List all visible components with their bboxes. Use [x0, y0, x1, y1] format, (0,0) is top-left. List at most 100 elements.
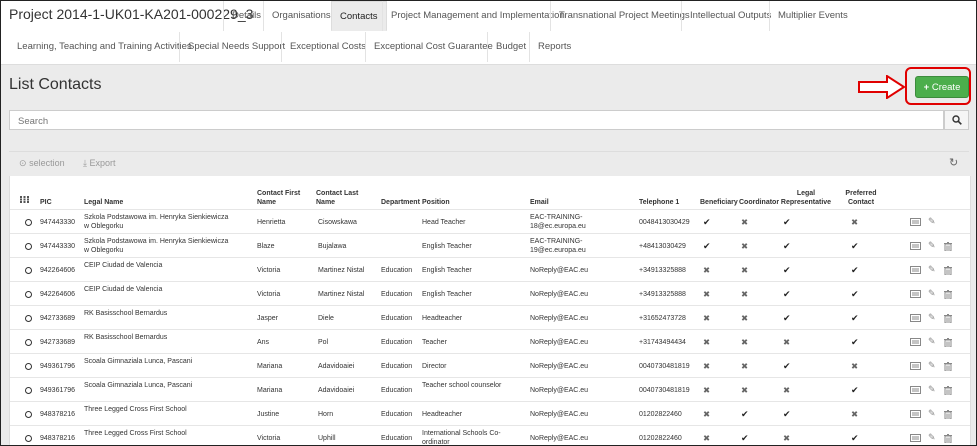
table-row[interactable]: 949361796 Scoala Gimnaziala Lunca, Pascan… — [10, 377, 970, 402]
create-button[interactable]: + Create — [915, 76, 969, 98]
cell-legal-name: RK Basisschool Bernardus — [84, 334, 168, 341]
table-row[interactable]: 942264606 CEIP Ciudad de Valencia Victoria… — [10, 257, 970, 282]
keyboard-icon[interactable] — [910, 434, 921, 444]
keyboard-icon[interactable] — [910, 266, 921, 276]
trash-icon[interactable] — [944, 242, 952, 253]
table-row[interactable]: 942264606 CEIP Ciudad de Valencia Victoria… — [10, 281, 970, 306]
cell-email: NoReply@EAC.eu — [530, 363, 589, 370]
cell-first-name: Blaze — [257, 243, 275, 250]
header-last-name[interactable]: Contact Last Name — [316, 189, 366, 207]
keyboard-icon[interactable] — [910, 242, 921, 252]
tab-exceptional-costs[interactable]: Exceptional Costs — [281, 32, 374, 62]
row-select-radio[interactable] — [25, 411, 32, 418]
tab-exceptional-cost-guarantee[interactable]: Exceptional Cost Guarantee — [365, 32, 501, 62]
tab-contacts[interactable]: Contacts — [331, 1, 387, 31]
cell-first-name: Ans — [257, 339, 270, 346]
tab-project-management[interactable]: Project Management and Implementation — [382, 1, 573, 31]
app-window: Project 2014-1-UK01-KA201-000229_3 Detai… — [0, 0, 977, 446]
header-email[interactable]: Email — [530, 198, 549, 207]
table-row[interactable]: 947443330 Szkola Podstawowa im. Henryka S… — [10, 209, 970, 234]
tab-transnational-meetings[interactable]: Transnational Project Meetings — [550, 1, 698, 31]
selection-button[interactable]: ⊙ selection — [19, 158, 65, 169]
keyboard-icon[interactable] — [910, 218, 921, 228]
header-legal-name[interactable]: Legal Name — [84, 198, 123, 207]
search-field[interactable] — [9, 110, 944, 131]
trash-icon[interactable] — [944, 314, 952, 325]
table-row[interactable]: 942733689 RK Basisschool Bernardus Jasper D… — [10, 305, 970, 330]
pencil-icon[interactable]: ✎ — [928, 241, 936, 250]
row-select-radio[interactable] — [25, 315, 32, 322]
cell-first-name: Victoria — [257, 267, 281, 274]
tab-budget[interactable]: Budget — [487, 32, 534, 62]
pencil-icon[interactable]: ✎ — [928, 313, 936, 322]
cell-pic: 942733689 — [40, 339, 76, 346]
check-icon: ✔ — [783, 361, 791, 371]
row-select-radio[interactable] — [25, 291, 32, 298]
keyboard-icon[interactable] — [910, 314, 921, 324]
table-row[interactable]: 948378216 Three Legged Cross First School… — [10, 401, 970, 426]
keyboard-icon[interactable] — [910, 386, 921, 396]
cell-legal-name: RK Basisschool Bernardus — [84, 310, 168, 317]
table-row[interactable]: 948378216 Three Legged Cross First School… — [10, 425, 970, 445]
pencil-icon[interactable]: ✎ — [928, 409, 936, 418]
pencil-icon[interactable]: ✎ — [928, 361, 936, 370]
keyboard-icon[interactable] — [910, 290, 921, 300]
trash-icon[interactable] — [944, 290, 952, 301]
tab-organisations[interactable]: Organisations — [263, 1, 339, 31]
table-row[interactable]: 942733689 RK Basisschool Bernardus Ans Pol E… — [10, 329, 970, 354]
search-icon — [951, 115, 962, 125]
keyboard-icon[interactable] — [910, 362, 921, 372]
header-legal-representative[interactable]: Legal Representative — [776, 189, 836, 207]
header-beneficiary[interactable]: Beneficiary — [700, 198, 738, 207]
cell-first-name: Mariana — [257, 387, 283, 394]
tab-multiplier-events[interactable]: Multiplier Events — [769, 1, 856, 31]
export-button[interactable]: ⤓ Export — [83, 158, 116, 169]
search-button[interactable] — [944, 110, 969, 130]
trash-icon[interactable] — [944, 266, 952, 277]
refresh-icon[interactable]: ↻ — [949, 156, 958, 169]
tab-learning-teaching[interactable]: Learning, Teaching and Training Activiti… — [9, 32, 200, 62]
keyboard-icon[interactable] — [910, 338, 921, 348]
cell-telephone: +34913325888 — [639, 291, 686, 298]
pencil-icon[interactable]: ✎ — [928, 217, 936, 226]
trash-icon[interactable] — [944, 362, 952, 373]
tab-reports[interactable]: Reports — [529, 32, 579, 62]
row-select-radio[interactable] — [25, 435, 32, 442]
grid-icon[interactable] — [20, 196, 29, 203]
cell-department: Education — [381, 267, 413, 274]
keyboard-icon[interactable] — [910, 410, 921, 420]
pencil-icon[interactable]: ✎ — [928, 337, 936, 346]
cell-legal-name: Three Legged Cross First School — [84, 430, 187, 437]
search-input[interactable] — [10, 112, 943, 131]
cell-department: Education — [381, 387, 413, 394]
table-row[interactable]: 949361796 Scoala Gimnaziala Lunca, Pascan… — [10, 353, 970, 378]
row-select-radio[interactable] — [25, 267, 32, 274]
header-telephone[interactable]: Telephone 1 — [639, 198, 679, 207]
table-row[interactable]: 947443330 Szkola Podstawowa im. Henryka S… — [10, 233, 970, 258]
pencil-icon[interactable]: ✎ — [928, 385, 936, 394]
pencil-icon[interactable]: ✎ — [928, 289, 936, 298]
header-pic[interactable]: PIC — [40, 198, 52, 207]
row-select-radio[interactable] — [25, 363, 32, 370]
check-icon: ✔ — [783, 241, 791, 251]
tab-intellectual-outputs[interactable]: Intellectual Outputs — [681, 1, 779, 31]
row-select-radio[interactable] — [25, 219, 32, 226]
cell-position: Director — [422, 363, 447, 370]
row-select-radio[interactable] — [25, 339, 32, 346]
cell-legal-name: Szkola Podstawowa im. Henryka Sienkiewic… — [84, 214, 229, 230]
row-select-radio[interactable] — [25, 387, 32, 394]
trash-icon[interactable] — [944, 386, 952, 397]
header-department[interactable]: Department — [381, 198, 420, 207]
header-first-name[interactable]: Contact First Name — [257, 189, 307, 207]
row-select-radio[interactable] — [25, 243, 32, 250]
pencil-icon[interactable]: ✎ — [928, 265, 936, 274]
header-position[interactable]: Position — [422, 198, 450, 207]
header-coordinator[interactable]: Coordinator — [739, 198, 779, 207]
tab-special-needs[interactable]: Special Needs Support — [179, 32, 293, 62]
pencil-icon[interactable]: ✎ — [928, 433, 936, 442]
check-icon: ✔ — [783, 409, 791, 419]
trash-icon[interactable] — [944, 338, 952, 349]
trash-icon[interactable] — [944, 434, 952, 445]
header-preferred-contact[interactable]: Preferred Contact — [840, 189, 882, 207]
trash-icon[interactable] — [944, 410, 952, 421]
